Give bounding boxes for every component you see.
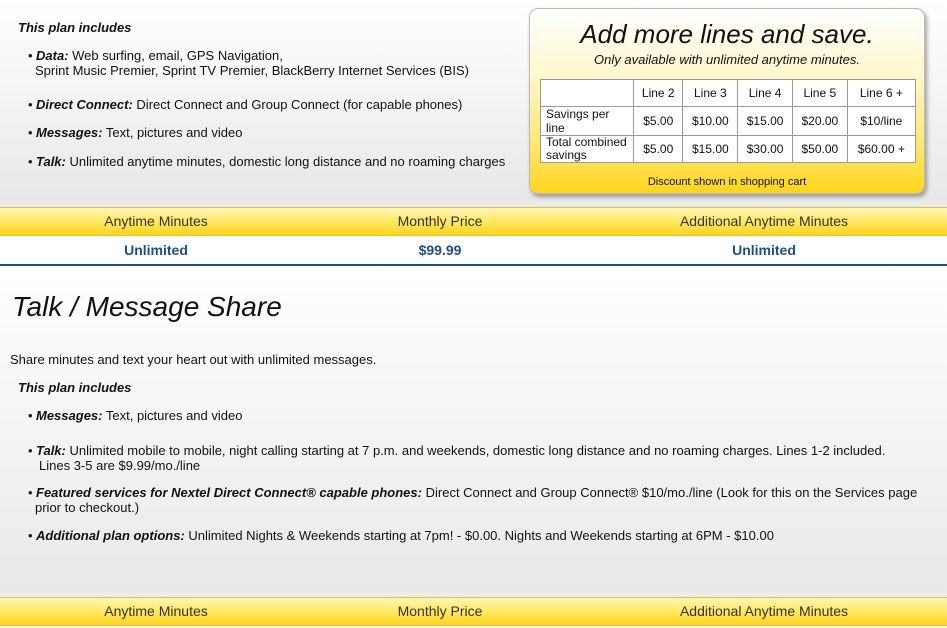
table-row: Savings per line $5.00 $10.00 $15.00 $20… <box>540 106 917 136</box>
table-cell: $15.00 <box>737 106 793 136</box>
header-monthly-price: Monthly Price <box>397 603 483 619</box>
pricing-header-bar: Anytime Minutes Monthly Price Additional… <box>0 597 947 626</box>
feature-talk: • Talk: Unlimited mobile to mobile, night… <box>28 443 885 473</box>
value-additional-minutes: Unlimited <box>732 242 796 258</box>
feature-label: Messages: <box>36 125 103 140</box>
value-monthly-price: $99.99 <box>418 242 462 258</box>
plan-includes-heading: This plan includes <box>18 380 132 395</box>
header-anytime-minutes: Anytime Minutes <box>104 603 208 619</box>
feature-messages: • Messages: Text, pictures and video <box>28 408 242 423</box>
feature-text-cont: prior to checkout.) <box>35 500 140 515</box>
plan-intro: Share minutes and text your heart out wi… <box>10 352 377 367</box>
add-lines-promo: Add more lines and save. Only available … <box>529 8 925 194</box>
bullet-icon: • <box>28 48 33 63</box>
feature-data: • Data: Web surfing, email, GPS Navigatio… <box>28 48 469 78</box>
bullet-icon: • <box>28 125 33 140</box>
table-cell: $10.00 <box>682 106 739 136</box>
table-row: Total combined savings $5.00 $15.00 $30.… <box>540 135 917 163</box>
feature-label: Direct Connect: <box>36 97 133 112</box>
feature-additional-options: • Additional plan options: Unlimited Nigh… <box>28 528 774 543</box>
feature-text: Direct Connect and Group Connect (for ca… <box>136 97 463 112</box>
table-cell: $20.00 <box>791 106 848 136</box>
feature-text: Text, pictures and video <box>105 408 243 423</box>
header-anytime-minutes: Anytime Minutes <box>104 213 208 229</box>
feature-label: Featured services for Nextel Direct Conn… <box>36 485 422 500</box>
promo-footer: Discount shown in shopping cart <box>647 176 807 188</box>
feature-featured-services: • Featured services for Nextel Direct Con… <box>28 485 917 515</box>
feature-text: Web surfing, email, GPS Navigation, <box>72 48 283 63</box>
plan-includes-heading: This plan includes <box>18 20 132 35</box>
table-cell: $5.00 <box>632 106 684 136</box>
table-header-cell: Line 4 <box>737 79 793 107</box>
promo-title: Add more lines and save. <box>580 19 874 49</box>
table-header-cell: Line 6 + <box>846 79 917 107</box>
bullet-icon: • <box>28 528 33 543</box>
row-label: Total combined savings <box>540 135 634 163</box>
feature-text-cont: Lines 3-5 are $9.99/mo./line <box>39 458 201 473</box>
feature-label: Talk: <box>36 154 66 169</box>
header-additional-minutes: Additional Anytime Minutes <box>679 603 849 619</box>
savings-table: Line 2 Line 3 Line 4 Line 5 Line 6 + Sav… <box>540 79 917 163</box>
header-monthly-price: Monthly Price <box>397 213 483 229</box>
feature-text: Unlimited mobile to mobile, night callin… <box>69 443 886 458</box>
table-header-cell <box>540 79 634 107</box>
row-label: Savings per line <box>540 106 634 136</box>
feature-direct-connect: • Direct Connect: Direct Connect and Grou… <box>28 97 462 112</box>
table-header-cell: Line 2 <box>632 79 684 107</box>
value-anytime-minutes: Unlimited <box>124 242 188 258</box>
feature-label: Additional plan options: <box>36 528 185 543</box>
plan-title: Talk / Message Share <box>12 291 282 322</box>
promo-subtitle: Only available with unlimited anytime mi… <box>594 52 860 67</box>
feature-messages: • Messages: Text, pictures and video <box>28 125 242 140</box>
feature-text: Direct Connect and Group Connect® $10/mo… <box>425 485 918 500</box>
feature-talk: • Talk: Unlimited anytime minutes, domest… <box>28 154 505 169</box>
feature-text: Unlimited Nights & Weekends starting at … <box>188 528 774 543</box>
bullet-icon: • <box>28 443 33 458</box>
table-header-cell: Line 5 <box>791 79 848 107</box>
table-cell: $50.00 <box>791 135 848 163</box>
feature-text-cont: Sprint Music Premier, Sprint TV Premier,… <box>35 63 469 78</box>
feature-label: Data: <box>36 48 69 63</box>
pricing-values-row: Unlimited $99.99 Unlimited <box>0 236 947 266</box>
header-additional-minutes: Additional Anytime Minutes <box>679 213 849 229</box>
table-cell: $10/line <box>846 106 917 136</box>
table-cell: $15.00 <box>682 135 739 163</box>
bullet-icon: • <box>28 97 33 112</box>
pricing-header-bar: Anytime Minutes Monthly Price Additional… <box>0 207 947 236</box>
bullet-icon: • <box>28 408 33 423</box>
bullet-icon: • <box>28 485 33 500</box>
feature-text: Text, pictures and video <box>105 125 243 140</box>
bullet-icon: • <box>28 154 33 169</box>
feature-text: Unlimited anytime minutes, domestic long… <box>69 154 506 169</box>
feature-label: Messages: <box>36 408 103 423</box>
feature-label: Talk: <box>36 443 66 458</box>
savings-table-header: Line 2 Line 3 Line 4 Line 5 Line 6 + <box>540 79 917 107</box>
table-header-cell: Line 3 <box>682 79 739 107</box>
table-cell: $60.00 + <box>846 135 917 163</box>
table-cell: $5.00 <box>632 135 684 163</box>
table-cell: $30.00 <box>737 135 793 163</box>
